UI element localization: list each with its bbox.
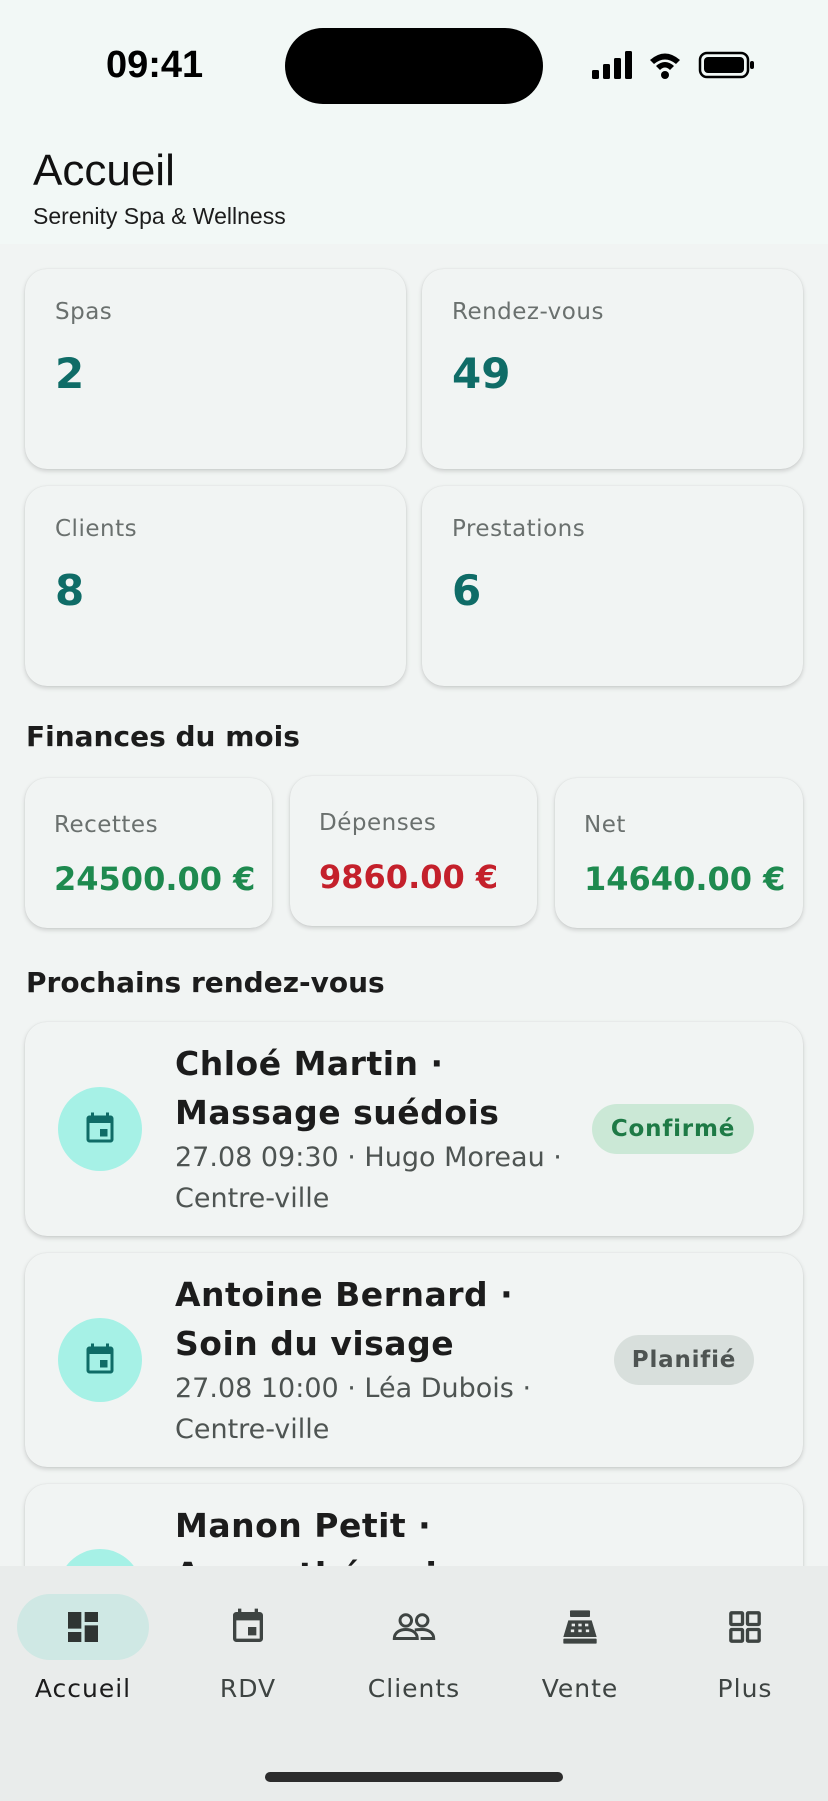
people-icon (392, 1613, 436, 1640)
finance-label: Recettes (54, 812, 159, 838)
home-indicator[interactable] (265, 1772, 563, 1782)
finance-card-revenue[interactable]: Recettes 24500.00 € (25, 778, 272, 928)
status-badge: Planifié (614, 1335, 754, 1385)
stat-value: 2 (55, 349, 85, 398)
page-subtitle: Serenity Spa & Wellness (33, 203, 286, 229)
appointment-title: Antoine Bernard · Soin du visage (175, 1275, 514, 1363)
nav-icon-wrap (679, 1594, 811, 1660)
stat-card-clients[interactable]: Clients 8 (25, 486, 406, 686)
app-header: Accueil Serenity Spa & Wellness (0, 130, 828, 244)
nav-item-more[interactable]: Plus (675, 1594, 815, 1704)
finance-value: 9860.00 € (319, 858, 499, 896)
battery-icon (698, 51, 754, 79)
finance-label: Dépenses (319, 810, 437, 836)
nav-item-appointments[interactable]: RDV (178, 1594, 318, 1704)
stat-value: 8 (55, 566, 85, 615)
status-bar: 09:41 (0, 0, 828, 130)
stat-value: 49 (452, 349, 511, 398)
appointment-meta: 27.08 10:00 · Léa Dubois · Centre-ville (175, 1373, 532, 1445)
finances-section-title: Finances du mois (26, 720, 300, 753)
appointment-icon-circle (58, 1087, 142, 1171)
calendar-event-icon (86, 1112, 114, 1143)
dashboard-icon (68, 1612, 98, 1642)
stat-label: Clients (55, 516, 138, 542)
stat-value: 6 (452, 566, 482, 615)
appointment-card[interactable]: Antoine Bernard · Soin du visage 27.08 1… (25, 1253, 803, 1467)
calendar-event-icon (86, 1343, 114, 1374)
stat-label: Spas (55, 299, 113, 325)
page-title: Accueil (33, 146, 175, 195)
nav-item-clients[interactable]: Clients (344, 1594, 484, 1704)
appointment-card[interactable]: Manon Petit · Aromathérapie (25, 1484, 803, 1566)
nav-active-indicator (17, 1594, 149, 1660)
wifi-icon (650, 53, 680, 79)
appointments-section-title: Prochains rendez-vous (26, 966, 385, 999)
nav-item-sales[interactable]: Vente (510, 1594, 650, 1704)
nav-label: Vente (541, 1674, 619, 1703)
bottom-nav: Accueil RDV Clients Vente Plus (0, 1566, 828, 1801)
nav-item-home[interactable]: Accueil (13, 1594, 153, 1704)
nav-icon-wrap (182, 1594, 314, 1660)
nav-icon-wrap (348, 1594, 480, 1660)
stat-card-services[interactable]: Prestations 6 (422, 486, 803, 686)
finance-value: 14640.00 € (584, 860, 786, 898)
appointment-title: Chloé Martin · Massage suédois (175, 1044, 500, 1132)
appointment-title: Manon Petit · Aromathérapie (175, 1506, 460, 1566)
status-time: 09:41 (106, 44, 204, 86)
stat-label: Rendez-vous (452, 299, 604, 325)
appointment-icon-circle (58, 1549, 142, 1566)
appointment-icon-circle (58, 1318, 142, 1402)
nav-label: Plus (717, 1674, 773, 1703)
calendar-icon (233, 1608, 263, 1642)
stat-label: Prestations (452, 516, 586, 542)
stat-card-spas[interactable]: Spas 2 (25, 269, 406, 469)
appointment-meta: 27.08 09:30 · Hugo Moreau · Centre-ville (175, 1142, 562, 1214)
nav-label: Accueil (34, 1674, 132, 1703)
apps-grid-icon (729, 1611, 761, 1643)
dashboard-content[interactable]: Spas 2 Rendez-vous 49 Clients 8 Prestati… (0, 244, 828, 1566)
nav-icon-wrap (514, 1594, 646, 1660)
dynamic-island (285, 28, 543, 104)
finance-label: Net (584, 812, 626, 838)
finance-card-net[interactable]: Net 14640.00 € (555, 778, 803, 928)
signal-icon (592, 51, 632, 79)
status-badge: Confirmé (592, 1104, 754, 1154)
nav-label: RDV (219, 1674, 277, 1703)
finance-value: 24500.00 € (54, 860, 256, 898)
status-icons (592, 50, 756, 80)
appointment-card[interactable]: Chloé Martin · Massage suédois 27.08 09:… (25, 1022, 803, 1236)
nav-label: Clients (367, 1674, 461, 1703)
finance-card-expenses[interactable]: Dépenses 9860.00 € (290, 776, 537, 926)
cash-register-icon (563, 1610, 597, 1644)
stat-card-appointments[interactable]: Rendez-vous 49 (422, 269, 803, 469)
